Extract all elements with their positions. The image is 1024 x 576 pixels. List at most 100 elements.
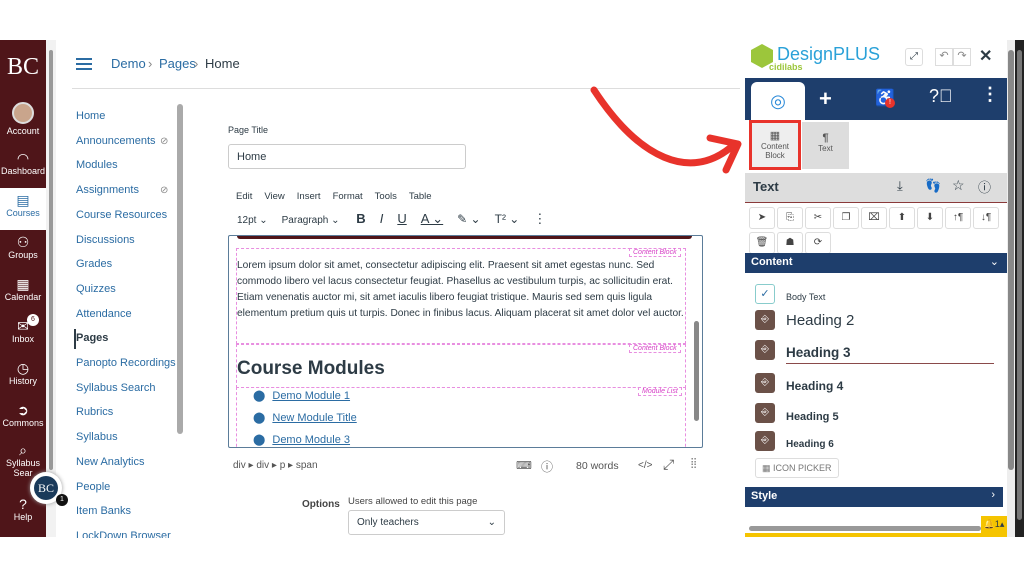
hamburger-menu-icon[interactable] [76,58,92,70]
breadcrumb-pages[interactable]: Pages [159,56,196,71]
course-nav-item[interactable]: Syllabus [76,431,118,443]
nav-account[interactable]: Account [0,102,46,136]
course-nav-item[interactable]: Syllabus Search [76,382,156,394]
course-nav-item[interactable]: Grades [76,258,112,270]
footprints-icon[interactable]: 👣 [925,178,941,194]
duplicate-icon[interactable]: ❐ [833,207,859,229]
block-type-content-block[interactable]: ▦ Content Block [749,120,801,170]
course-nav-item[interactable]: Home [76,110,105,122]
floating-help-widget[interactable]: BC 1 [30,472,68,506]
check-icon[interactable]: ✓ [755,284,775,304]
style-heading-4[interactable]: Heading 4 [786,379,843,393]
style-heading-2[interactable]: Heading 2 [786,312,854,329]
italic-icon[interactable]: I [380,211,384,226]
course-nav-item[interactable]: Assignments [76,184,139,196]
content-accordion[interactable]: Content ⌄ [745,253,1007,273]
style-heading-6[interactable]: Heading 6 [786,439,834,450]
window-scrollbar[interactable] [1015,40,1024,537]
editor-scrollbar[interactable] [694,321,699,421]
horizontal-scrollbar[interactable] [749,526,981,531]
course-nav-item[interactable]: LockDown Browser [76,530,171,538]
nav-commons[interactable]: ➲ Commons [0,402,46,428]
insert-paragraph-below-icon[interactable]: ↓¶ [973,207,999,229]
close-icon[interactable]: ✕ [979,46,992,66]
nav-groups[interactable]: ⚇ Groups [0,234,46,260]
element-path[interactable]: div ▸ div ▸ p ▸ span [233,460,318,471]
nav-calendar[interactable]: ▦ Calendar [0,276,46,302]
course-nav-item[interactable]: New Analytics [76,456,144,468]
info-icon[interactable]: ⓘ [978,177,991,196]
cut-icon[interactable]: ✂ [805,207,831,229]
breadcrumb-demo[interactable]: Demo [111,56,146,71]
course-nav-item[interactable]: Rubrics [76,406,113,418]
module-link[interactable]: Demo Module 3 [272,434,350,446]
course-nav-item[interactable]: Item Banks [76,505,131,517]
menu-edit[interactable]: Edit [236,191,252,202]
download-icon[interactable]: ⤓ [897,178,903,194]
course-nav-item[interactable]: People [76,481,110,493]
menu-format[interactable]: Format [333,191,363,202]
accessibility-icon[interactable]: ♿! [875,88,895,108]
underline-icon[interactable]: U [397,211,406,226]
menu-tools[interactable]: Tools [375,191,397,202]
block-type-text[interactable]: ¶ Text [802,122,849,169]
star-icon[interactable]: ☆ [952,177,965,194]
keyboard-icon[interactable]: ⌨ [516,459,532,472]
apply-style-icon[interactable]: ⎆ [755,373,775,393]
course-nav-item[interactable]: Announcements [76,135,156,147]
nav-dashboard[interactable]: ◠ Dashboard [0,150,46,176]
accessibility-checker-icon[interactable]: ⓘ [541,458,553,475]
menu-table[interactable]: Table [409,191,432,202]
course-nav-item[interactable]: Attendance [76,308,132,320]
nav-inbox[interactable]: ✉ Inbox 6 [0,314,46,344]
font-size-select[interactable]: 12pt ⌄ [237,215,268,226]
style-body-text[interactable]: Body Text [786,292,825,302]
insert-paragraph-above-icon[interactable]: ↑¶ [945,207,971,229]
highlight-icon[interactable]: ✎ ⌄ [457,212,480,226]
resize-handle-icon[interactable]: ⣿ [690,458,697,469]
apply-style-icon[interactable]: ⎆ [755,310,775,330]
more-icon[interactable]: ⋮ [533,211,546,226]
trash-icon[interactable]: 🗑 [749,232,775,254]
refresh-icon[interactable]: ⟳ [805,232,831,254]
superscript-icon[interactable]: T² ⌄ [495,212,520,226]
text-color-icon[interactable]: A ⌄ [421,211,443,226]
page-title-input[interactable]: Home [228,144,466,169]
move-down-icon[interactable]: ⬇ [917,207,943,229]
apply-style-icon[interactable]: ⎆ [755,340,775,360]
style-heading-3[interactable]: Heading 3 [786,345,994,364]
apply-style-icon[interactable]: ⎆ [755,403,775,423]
course-nav-item[interactable]: Panopto Recordings [76,357,176,369]
undo-icon[interactable]: ↶ [935,48,953,66]
course-nav-item[interactable]: Quizzes [76,283,116,295]
html-editor-icon[interactable]: </> [638,460,652,471]
course-nav-item[interactable]: Course Resources [76,209,167,221]
course-nav-item[interactable]: Pages [76,332,108,344]
menu-view[interactable]: View [264,191,284,202]
copy-icon[interactable]: ⎘ [777,207,803,229]
help-icon[interactable]: ?⃝ [929,86,953,107]
move-up-icon[interactable]: ⬆ [889,207,915,229]
apply-style-icon[interactable]: ⎆ [755,431,775,451]
course-nav-item[interactable]: Discussions [76,234,135,246]
more-icon[interactable]: ⋮ [981,84,999,105]
word-count[interactable]: 80 words [576,460,619,472]
sidebar-scrollbar[interactable] [1007,40,1015,537]
expand-icon[interactable]: ⤢ [905,48,923,66]
logo[interactable]: BC [0,54,46,81]
notification-button[interactable]: 🔔1▴ [981,516,1007,533]
nav-history[interactable]: ◷ History [0,360,46,386]
course-modules-heading[interactable]: Course Modules [237,358,385,380]
nav-courses[interactable]: ▤ Courses [0,188,46,230]
edit-permission-select[interactable]: Only teachers ⌄ [348,510,505,535]
module-link[interactable]: Demo Module 1 [272,390,350,402]
style-heading-5[interactable]: Heading 5 [786,411,839,423]
global-nav-scrollbar[interactable] [46,40,56,537]
fullscreen-icon[interactable]: ⤢ [663,456,674,473]
bold-icon[interactable]: B [356,211,365,226]
tab-target[interactable]: ◎ [751,82,805,120]
course-nav-scrollbar[interactable] [177,104,183,434]
redo-icon[interactable]: ↷ [953,48,971,66]
block-format-select[interactable]: Paragraph ⌄ [282,215,340,226]
style-accordion[interactable]: Style › [745,487,1003,507]
